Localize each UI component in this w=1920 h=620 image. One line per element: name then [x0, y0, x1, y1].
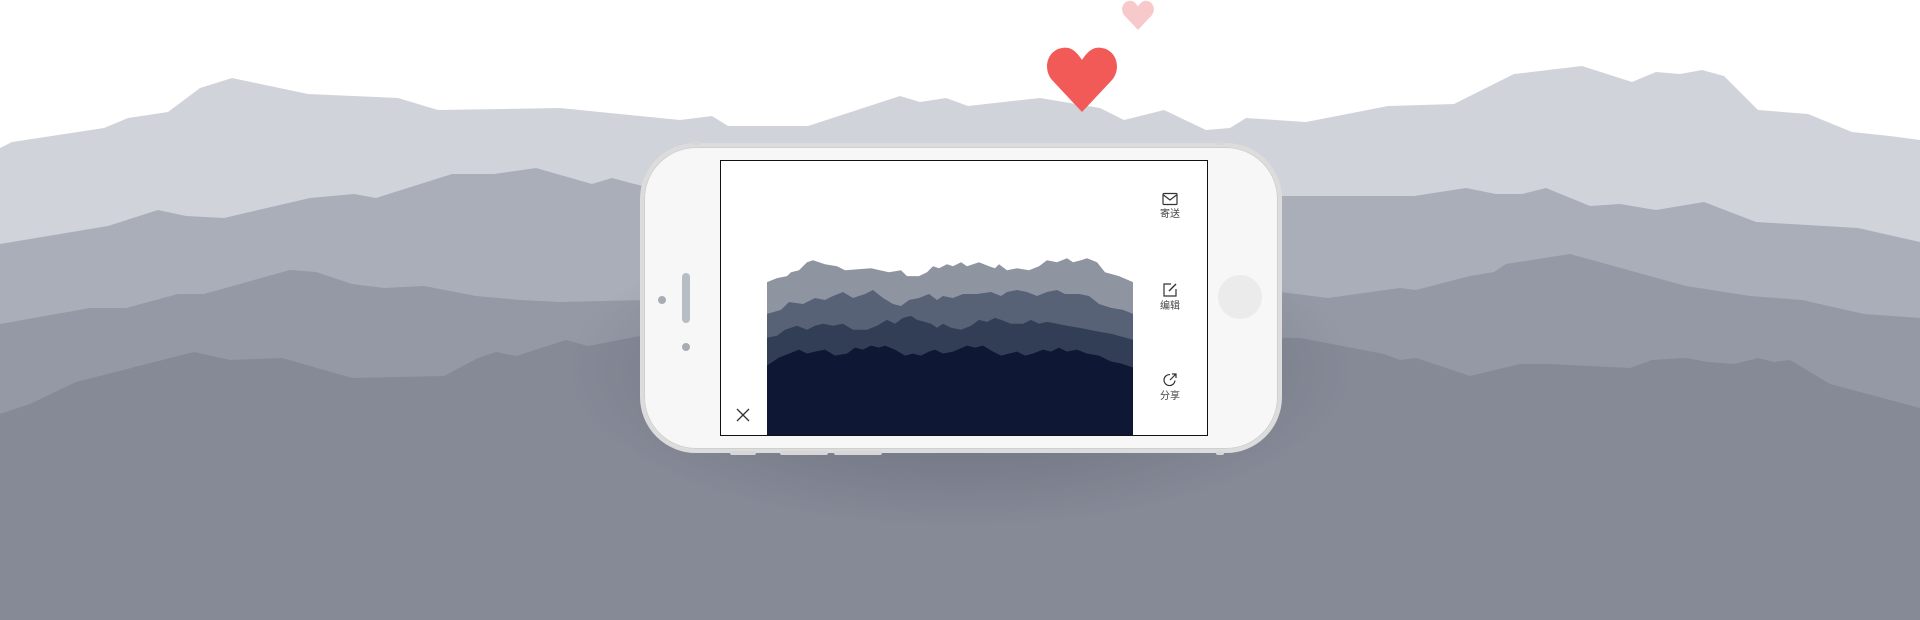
send-label: 寄送 [1160, 209, 1180, 220]
phone-camera [682, 343, 690, 351]
edit-label: 编辑 [1160, 301, 1180, 312]
mountain-photo [767, 161, 1133, 435]
edit-icon [1163, 283, 1177, 297]
close-button[interactable] [731, 403, 755, 427]
edit-button[interactable]: 编辑 [1133, 282, 1207, 313]
action-panel: 寄送 编辑 分享 [1133, 161, 1207, 435]
share-label: 分享 [1160, 391, 1180, 402]
heart-icon [1122, 0, 1154, 30]
phone-side-button [780, 451, 828, 455]
phone-side-button [834, 451, 882, 455]
landing-hero: 寄送 编辑 分享 [0, 0, 1920, 620]
phone-home-button [1218, 275, 1262, 319]
heart-icon [1047, 47, 1117, 112]
phone-screen: 寄送 编辑 分享 [720, 160, 1208, 436]
phone-side-button [692, 141, 700, 145]
send-button[interactable]: 寄送 [1133, 192, 1207, 221]
share-button[interactable]: 分享 [1133, 372, 1207, 403]
photo-ridge-foreground [767, 345, 1133, 435]
phone-side-button [730, 451, 756, 455]
phone-side-button [1216, 451, 1224, 455]
mail-icon [1162, 192, 1178, 206]
left-panel [721, 161, 768, 435]
phone-side-button [1216, 141, 1224, 145]
share-icon [1163, 373, 1177, 387]
phone-mockup: 寄送 编辑 分享 [640, 141, 1282, 455]
close-icon [736, 408, 750, 422]
photo-preview [767, 161, 1133, 435]
phone-sensor [658, 296, 666, 304]
phone-speaker [682, 273, 690, 323]
